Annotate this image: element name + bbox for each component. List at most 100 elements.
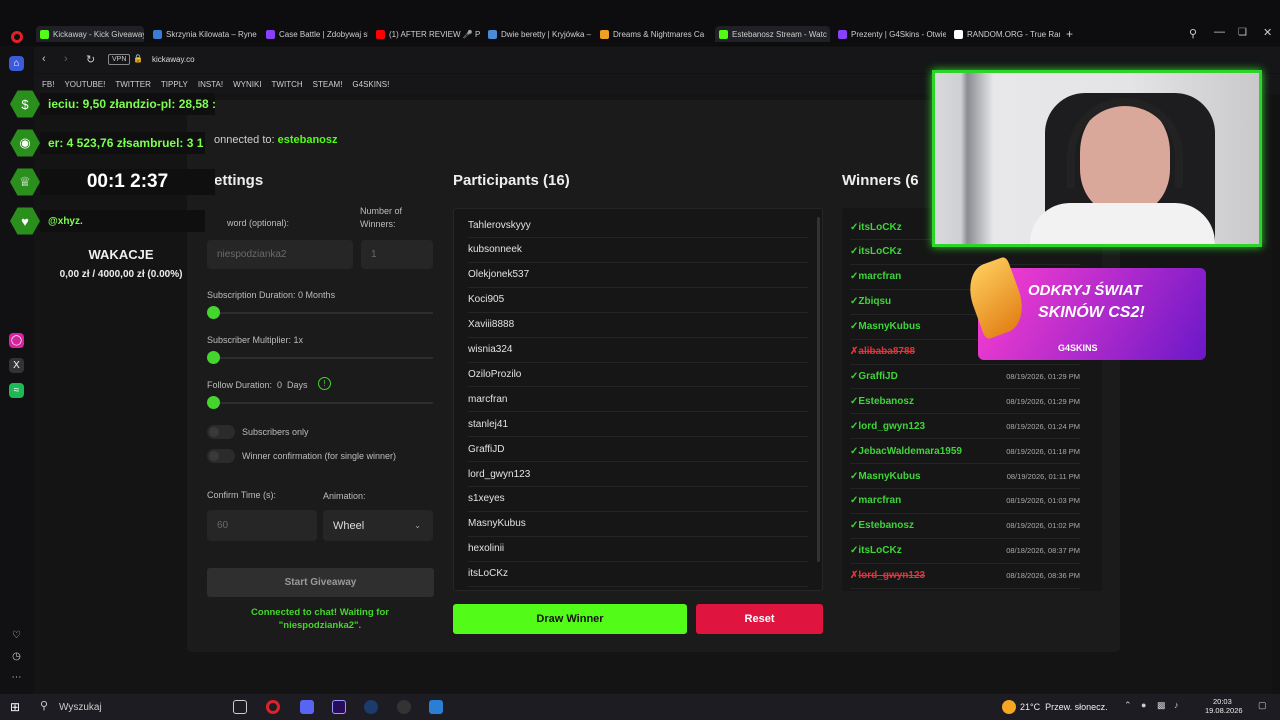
history-icon[interactable]: ◷ bbox=[9, 649, 24, 664]
minimize-button[interactable]: — bbox=[1214, 26, 1225, 38]
browser-tab[interactable]: Skrzynia Kilowata – Rynek bbox=[149, 26, 257, 42]
browser-tab[interactable]: Prezenty | G4Skins - Otwie bbox=[834, 26, 946, 42]
tab-label: Kickaway - Kick Giveaway bbox=[53, 29, 144, 39]
participant-row[interactable]: s1xeyes bbox=[468, 487, 808, 512]
browser-tab[interactable]: Kickaway - Kick Giveaway bbox=[36, 26, 144, 42]
close-window-button[interactable]: ✕ bbox=[1263, 26, 1272, 39]
premiere-icon[interactable] bbox=[332, 700, 346, 714]
clock-date[interactable]: 19.08.2026 bbox=[1205, 706, 1243, 715]
bookmark-item[interactable]: TWITTER bbox=[115, 80, 151, 89]
winner-row: ✓ MasnyKubus 08/19/2026, 01:11 PM bbox=[850, 464, 1080, 489]
forward-icon[interactable]: › bbox=[64, 53, 68, 65]
browser-tab[interactable]: RANDOM.ORG - True Ran bbox=[950, 26, 1060, 42]
participant-row[interactable]: kubsonneek bbox=[468, 238, 808, 263]
browser-tab[interactable]: Case Battle | Zdobywaj sk bbox=[262, 26, 368, 42]
volume-icon[interactable]: ♪ bbox=[1174, 700, 1179, 710]
bookmark-item[interactable]: TWITCH bbox=[272, 80, 303, 89]
spotify-icon[interactable]: ≈ bbox=[9, 383, 24, 398]
participant-row[interactable]: itsLoCKz bbox=[468, 562, 808, 587]
reload-icon[interactable]: ↻ bbox=[86, 53, 95, 66]
tab-favicon-icon bbox=[40, 29, 49, 39]
draw-winner-button[interactable]: Draw Winner bbox=[453, 604, 687, 634]
new-tab-button[interactable]: + bbox=[1066, 27, 1073, 41]
search-icon[interactable]: ⚲ bbox=[40, 699, 48, 712]
tab-favicon-icon bbox=[600, 29, 609, 39]
browser-tab[interactable]: Estebanosz Stream - Watc bbox=[715, 26, 830, 42]
windows-start-icon[interactable]: ⊞ bbox=[10, 700, 20, 714]
sub-multiplier-track[interactable] bbox=[207, 357, 433, 359]
vpn-badge[interactable]: VPN bbox=[108, 54, 131, 65]
winner-name: marcfran bbox=[858, 495, 902, 507]
winner-confirm-toggle[interactable] bbox=[207, 449, 235, 463]
browser-tab[interactable]: Dwie beretty | Kryjówka – bbox=[484, 26, 592, 42]
participant-row[interactable]: Koci905 bbox=[468, 288, 808, 313]
participant-row[interactable]: MasnyKubus bbox=[468, 512, 808, 537]
network-icon[interactable]: ▩ bbox=[1157, 700, 1166, 711]
weather-text[interactable]: 21°C Przew. słonecz. bbox=[1020, 702, 1108, 712]
more-icon[interactable]: ⋯ bbox=[9, 670, 24, 685]
x-twitter-icon[interactable]: X bbox=[9, 358, 24, 373]
mic-icon[interactable]: ● bbox=[1141, 700, 1146, 710]
opera-taskbar-icon[interactable] bbox=[266, 700, 280, 714]
taskbar-search[interactable]: Wyszukaj bbox=[59, 702, 102, 713]
participants-scrollbar[interactable] bbox=[817, 217, 820, 562]
home-icon[interactable]: ⌂ bbox=[9, 56, 24, 71]
maximize-button[interactable]: ❏ bbox=[1238, 27, 1247, 38]
participant-row[interactable]: lord_gwyn123 bbox=[468, 462, 808, 487]
participant-row[interactable]: OziloProzilo bbox=[468, 362, 808, 388]
info-icon[interactable]: ! bbox=[318, 377, 331, 390]
participant-row[interactable]: wisnia324 bbox=[468, 338, 808, 363]
sub-multiplier-knob[interactable] bbox=[207, 351, 220, 364]
sub-duration-knob[interactable] bbox=[207, 306, 220, 319]
winner-row: ✓ lord_gwyn123 08/19/2026, 01:24 PM bbox=[850, 414, 1080, 440]
bookmark-item[interactable]: WYNIKI bbox=[233, 80, 261, 89]
animation-value: Wheel bbox=[333, 519, 365, 532]
participant-row[interactable]: Tahlerovskyyy bbox=[468, 213, 808, 238]
start-giveaway-button[interactable]: Start Giveaway bbox=[207, 568, 434, 597]
follow-duration-knob[interactable] bbox=[207, 396, 220, 409]
browser-tab[interactable]: Dreams & Nightmares Ca bbox=[596, 26, 706, 42]
tab-favicon-icon bbox=[153, 29, 162, 39]
winner-row: ✓ itsLoCKz 08/18/2026, 08:37 PM bbox=[850, 539, 1080, 564]
sub-duration-track[interactable] bbox=[207, 312, 433, 314]
winner-date: 08/19/2026, 01:02 PM bbox=[1006, 521, 1080, 531]
winner-confirm-label: Winner confirmation (for single winner) bbox=[242, 451, 397, 461]
keyword-input[interactable]: niespodzianka2 bbox=[207, 240, 353, 269]
bookmark-item[interactable]: G4SKINS! bbox=[352, 80, 389, 89]
clock-time[interactable]: 20:03 bbox=[1213, 697, 1232, 706]
bookmark-item[interactable]: TIPPLY bbox=[161, 80, 188, 89]
participant-row[interactable]: GraffiJD bbox=[468, 437, 808, 463]
bookmark-item[interactable]: INSTA! bbox=[198, 80, 223, 89]
winners-count-input[interactable]: 1 bbox=[361, 240, 433, 269]
follow-duration-track[interactable] bbox=[207, 402, 433, 404]
task-view-icon[interactable] bbox=[233, 700, 247, 714]
url-field[interactable]: kickaway.co bbox=[152, 55, 195, 64]
opera-logo-icon[interactable] bbox=[11, 31, 23, 43]
bookmark-item[interactable]: STEAM! bbox=[313, 80, 343, 89]
participant-row[interactable]: stanlej41 bbox=[468, 412, 808, 438]
animation-select[interactable]: Wheel ⌄ bbox=[323, 510, 433, 541]
participant-row[interactable]: hexolinii bbox=[468, 537, 808, 562]
tray-chevron-icon[interactable]: ⌃ bbox=[1124, 700, 1132, 711]
participant-row[interactable]: Olekjonek537 bbox=[468, 263, 808, 288]
app-icon[interactable] bbox=[429, 700, 443, 714]
notifications-icon[interactable]: ▢ bbox=[1258, 700, 1267, 711]
reset-button[interactable]: Reset bbox=[696, 604, 823, 634]
search-tabs-icon[interactable]: ⚲ bbox=[1189, 27, 1197, 40]
obs-icon[interactable] bbox=[397, 700, 411, 714]
follow-duration-label: Follow Duration: 0 Days bbox=[207, 380, 308, 390]
back-icon[interactable]: ‹ bbox=[42, 53, 46, 65]
heart-icon[interactable]: ♡ bbox=[9, 628, 24, 643]
bookmark-item[interactable]: YOUTUBE! bbox=[64, 80, 105, 89]
steam-icon[interactable] bbox=[364, 700, 378, 714]
bookmark-item[interactable]: FB! bbox=[42, 80, 54, 89]
discord-icon[interactable] bbox=[300, 700, 314, 714]
keyword-label: word (optional): bbox=[227, 218, 290, 228]
browser-tab[interactable]: (1) AFTER REVIEW 🎤 PAR bbox=[372, 26, 480, 42]
instagram-icon[interactable]: ◯ bbox=[9, 333, 24, 348]
subs-only-toggle[interactable] bbox=[207, 425, 235, 439]
participant-row[interactable]: Xaviii8888 bbox=[468, 313, 808, 338]
participant-row[interactable]: marcfran bbox=[468, 387, 808, 413]
tab-label: Prezenty | G4Skins - Otwie bbox=[851, 29, 946, 39]
confirm-time-input[interactable]: 60 bbox=[207, 510, 317, 541]
